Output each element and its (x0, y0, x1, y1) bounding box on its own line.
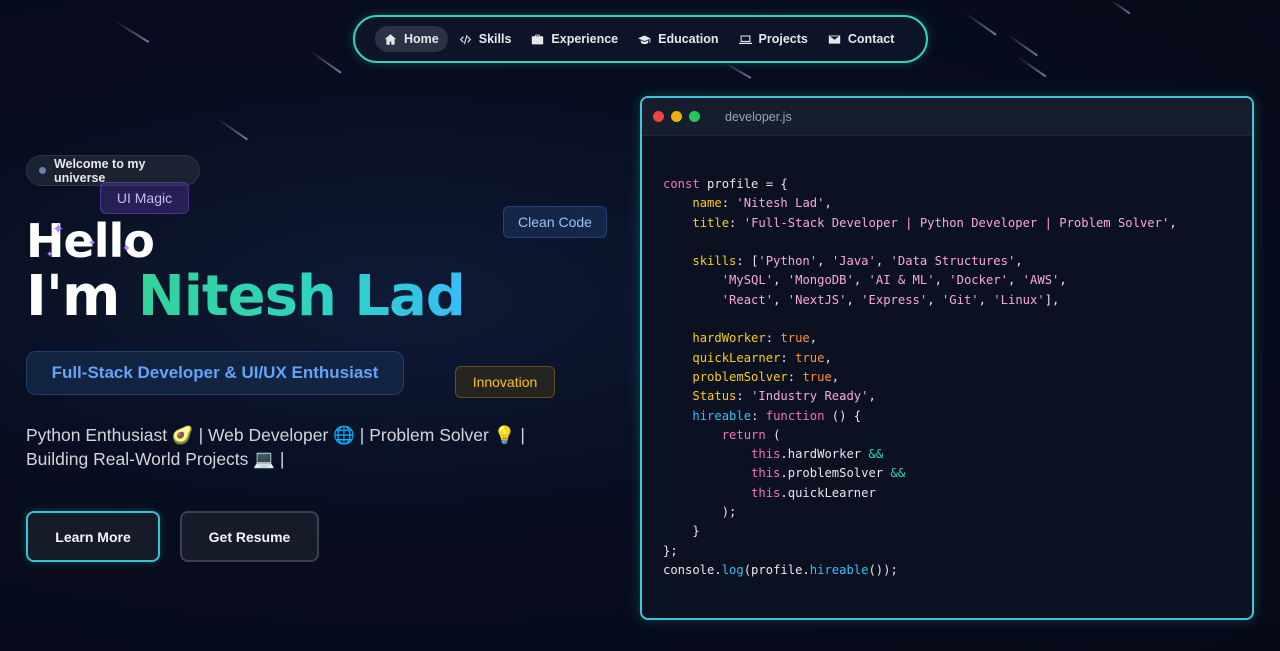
skill-item: Docker (956, 273, 1001, 288)
nav-item-label: Projects (758, 32, 808, 46)
meteor-streak (309, 50, 342, 74)
envelope-icon (828, 34, 841, 44)
nav-item-label: Home (404, 32, 439, 46)
skill-item: AWS (1030, 273, 1053, 288)
nav-item-contact[interactable]: Contact (819, 26, 904, 52)
tagline-text: Python Enthusiast 🥑 | Web Developer 🌐 | … (26, 425, 525, 469)
nav-item-label: Contact (847, 32, 895, 46)
home-icon (384, 33, 397, 45)
meteor-streak (1017, 56, 1047, 77)
nav-item-education[interactable]: Education (629, 26, 727, 52)
nav-item-label: Education (658, 32, 719, 46)
nav-item-label: Skills (478, 32, 512, 46)
floating-tag-innovation: Innovation (455, 366, 555, 398)
meteor-streak (1111, 0, 1131, 14)
code-title-value: Full-Stack Developer | Python Developer … (751, 215, 1162, 230)
sparkle-icon: ✦ (122, 242, 132, 255)
graduation-cap-icon (638, 34, 651, 44)
briefcase-icon (532, 34, 544, 44)
code-filename: developer.js (725, 109, 792, 124)
skill-item: AI & ML (875, 273, 928, 288)
meteor-streak (217, 118, 248, 141)
code-status-value: Industry Ready (758, 389, 862, 404)
floating-tag-clean-code: Clean Code (503, 206, 607, 238)
welcome-text: Welcome to my universe (53, 156, 146, 185)
code-block: const profile = { name: 'Nitesh Lad', ti… (663, 177, 1177, 577)
role-badge: Full-Stack Developer & UI/UX Enthusiast (26, 351, 404, 395)
meteor-streak (724, 62, 752, 79)
skill-item: NextJS (795, 292, 840, 307)
meteor-streak (114, 20, 150, 43)
nav-item-label: Experience (551, 32, 619, 46)
name-highlight: Nitesh Lad (137, 264, 466, 329)
skill-item: React (729, 292, 766, 307)
code-name-value: Nitesh Lad (743, 196, 818, 211)
sparkle-icon: ✦ (52, 220, 65, 238)
status-dot-icon (39, 167, 46, 174)
maximize-dot-icon (689, 111, 700, 122)
meteor-streak (1007, 34, 1038, 57)
skill-item: MongoDB (795, 273, 847, 288)
code-window: developer.js const profile = { name: 'Ni… (640, 96, 1254, 620)
skill-item: Linux (1000, 292, 1038, 307)
code-window-titlebar: developer.js (642, 98, 1252, 136)
name-prefix: I'm (26, 264, 138, 329)
minimize-dot-icon (671, 111, 682, 122)
get-resume-button[interactable]: Get Resume (180, 511, 319, 562)
top-navbar: Home Skills Experience Education Project… (353, 15, 928, 63)
close-dot-icon (653, 111, 664, 122)
meteor-streak (964, 12, 997, 36)
sparkle-icon: ✦ (88, 238, 97, 249)
learn-more-button[interactable]: Learn More (26, 511, 160, 562)
nav-item-skills[interactable]: Skills (450, 26, 521, 52)
name-heading: I'm Nitesh Lad (26, 264, 466, 329)
skill-item: MySQL (729, 273, 766, 288)
skill-item: Data Structures (897, 254, 1008, 269)
code-icon (459, 34, 471, 44)
skill-item: Express (868, 292, 920, 307)
laptop-icon (738, 34, 752, 44)
nav-item-projects[interactable]: Projects (730, 26, 817, 52)
sparkle-icon: ✦ (46, 250, 54, 260)
nav-item-experience[interactable]: Experience (522, 26, 627, 52)
skill-item: Python (765, 254, 810, 269)
floating-tag-ui-magic: UI Magic (100, 182, 189, 214)
skill-item: Git (949, 292, 972, 307)
skill-item: Java (839, 254, 869, 269)
nav-item-home[interactable]: Home (375, 26, 448, 52)
